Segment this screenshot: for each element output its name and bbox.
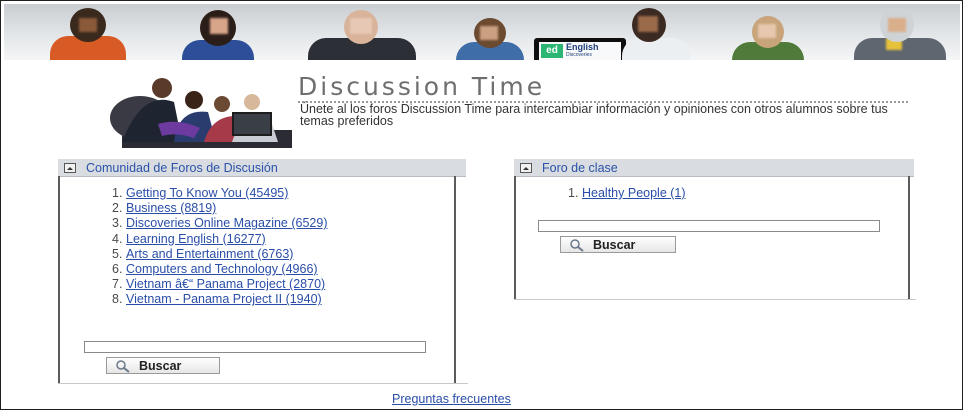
list-item: 1. Healthy People (1) — [568, 186, 686, 201]
header-banner: ed English Discoveries — [4, 4, 960, 60]
class-search-button[interactable]: Buscar — [560, 236, 676, 253]
forum-link[interactable]: Learning English (16277) — [126, 232, 266, 247]
list-item: 8. Vietnam - Panama Project II (1940) — [112, 292, 322, 307]
class-forum-list: 1. Healthy People (1) — [568, 186, 868, 201]
list-item: 1. Getting To Know You (45495) — [112, 186, 289, 201]
forum-link[interactable]: Computers and Technology (4966) — [126, 262, 318, 277]
magnifier-icon — [570, 238, 584, 252]
banner-person — [726, 4, 810, 60]
list-item: 4. Learning English (16277) — [112, 231, 266, 247]
forum-link[interactable]: Healthy People (1) — [582, 186, 686, 201]
banner-person — [604, 4, 694, 60]
collapse-icon[interactable] — [64, 162, 76, 173]
community-forums-header: Comunidad de Foros de Discusión — [58, 159, 466, 177]
forum-link[interactable]: Vietnam - Panama Project II (1940) — [126, 292, 322, 307]
banner-person — [850, 4, 950, 60]
page-subtitle: Únete al los foros Discussion Time para … — [300, 102, 888, 128]
class-search-label: Buscar — [593, 237, 636, 252]
list-item: 2. Business (8819) — [112, 201, 217, 216]
panel-left-border — [514, 176, 516, 300]
list-item: 5. Arts and Entertainment (6763) — [112, 246, 294, 262]
panel-right-border — [454, 176, 456, 384]
panel-left-border — [58, 176, 60, 384]
banner-person — [46, 4, 130, 60]
community-search-input[interactable] — [84, 341, 426, 353]
class-forum-title: Foro de clase — [542, 160, 618, 175]
magnifier-icon — [116, 359, 130, 373]
badge-title: English — [566, 42, 599, 52]
list-item: 6. Computers and Technology (4966) — [112, 262, 318, 277]
community-search-button[interactable]: Buscar — [106, 357, 220, 374]
badge-subtitle: Discoveries — [566, 52, 592, 58]
forum-link[interactable]: Business (8819) — [126, 201, 216, 216]
community-forums-title: Comunidad de Foros de Discusión — [86, 160, 278, 175]
students-photo — [110, 78, 292, 148]
banner-person — [302, 4, 422, 60]
list-item: 7. Vietnam â€“ Panama Project (2870) — [112, 277, 326, 292]
panel-bottom-border — [514, 299, 916, 300]
class-search-input[interactable] — [538, 220, 880, 232]
banner-person — [176, 4, 260, 60]
community-forum-list: 1. Getting To Know You (45495) 2. Business… — [112, 186, 442, 308]
forum-link[interactable]: Discoveries Online Magazine (6529) — [126, 216, 372, 231]
community-forums-panel: Comunidad de Foros de Discusión 1. Gettin… — [58, 159, 468, 384]
faq-link[interactable]: Preguntas frecuentes — [392, 392, 511, 406]
community-search-label: Buscar — [139, 358, 182, 373]
class-forum-panel: Foro de clase 1. Healthy People (1) Busca… — [514, 159, 916, 301]
panel-bottom-border — [58, 383, 468, 384]
list-item: 3. Discoveries Online Magazine (6529) — [112, 216, 442, 231]
forum-link[interactable]: Vietnam â€“ Panama Project (2870) — [126, 277, 325, 292]
panel-right-border — [908, 176, 910, 300]
collapse-icon[interactable] — [520, 162, 532, 173]
forum-link[interactable]: Getting To Know You (45495) — [126, 186, 288, 201]
forum-link[interactable]: Arts and Entertainment (6763) — [126, 247, 293, 262]
ed-logo-icon: ed — [541, 44, 563, 58]
class-forum-header: Foro de clase — [514, 159, 914, 177]
page-title: Discussion Time — [298, 72, 546, 101]
banner-person — [450, 4, 530, 60]
